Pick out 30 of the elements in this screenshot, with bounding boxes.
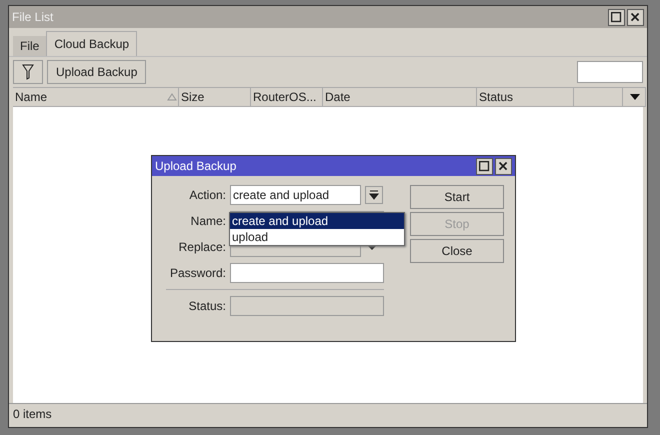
field-label: Password: [168,265,226,282]
caret-icon [628,93,640,101]
maximize-icon[interactable] [476,158,493,174]
dialog-title: Upload Backup [155,159,238,173]
tab[interactable]: File [13,36,46,56]
column-header[interactable]: Date [323,87,477,107]
column-header[interactable]: Status [477,87,574,107]
text-field[interactable] [230,263,384,283]
dialog-button[interactable]: Start [410,185,504,209]
filter-button[interactable] [13,60,43,84]
tab[interactable]: Cloud Backup [46,31,138,56]
window-title: File List [12,10,54,24]
upload-backup-button[interactable]: Upload Backup [47,60,146,84]
field-label: Action: [188,187,226,204]
maximize-icon[interactable] [608,8,625,26]
field-label: Status: [188,298,226,315]
field-label: Name: [190,213,226,230]
field-label: Replace: [178,239,226,256]
action-field[interactable]: create and upload [230,185,361,205]
sort-icon [167,93,177,101]
dropdown-option[interactable]: upload [230,229,404,245]
column-header[interactable]: Name [13,87,179,107]
search-field[interactable] [577,61,643,83]
dialog-button[interactable]: Close [410,239,504,263]
status-bar-text: 0 items [9,403,647,424]
filter-icon [22,64,34,80]
close-icon[interactable] [627,8,644,26]
dropdown-option[interactable]: create and upload [230,213,404,229]
close-icon[interactable] [495,158,512,174]
dropdown-icon[interactable] [365,186,383,204]
